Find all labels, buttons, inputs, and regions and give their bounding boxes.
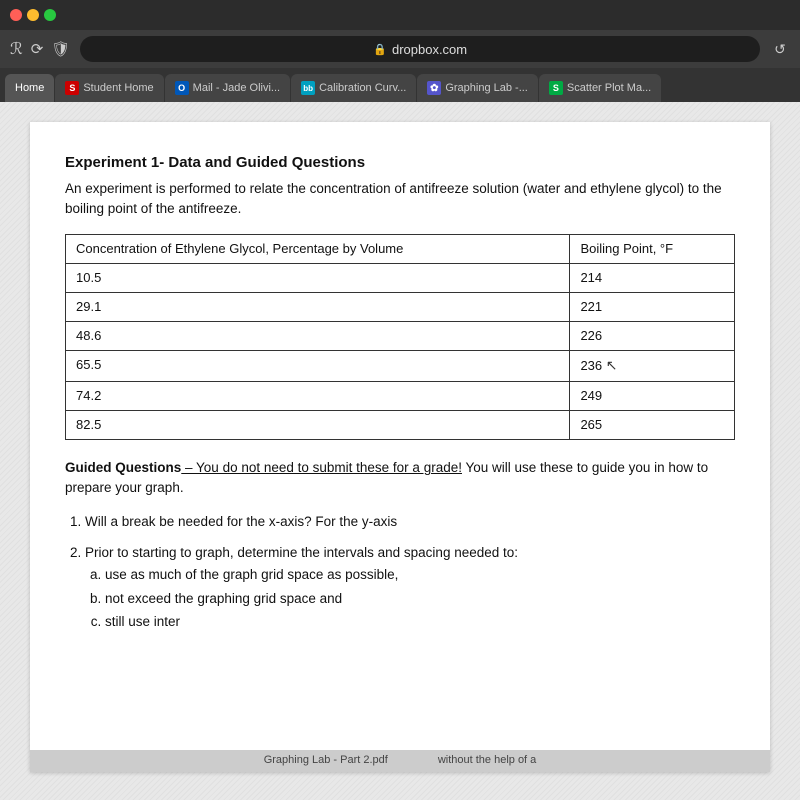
table-cell-concentration-5: 74.2: [66, 381, 570, 410]
sub-item-c: still use inter: [105, 611, 735, 633]
shield-icon: 🛡: [51, 40, 70, 58]
bottom-bar-filename: Graphing Lab - Part 2.pdf: [264, 753, 388, 768]
toolbar-icons: ℛ ⟳ 🛡: [10, 39, 70, 59]
traffic-lights: [10, 9, 56, 21]
tab-mail[interactable]: O Mail - Jade Olivi...: [165, 74, 290, 102]
question-2-subitems: use as much of the graph grid space as p…: [85, 564, 735, 633]
questions-list: Will a break be needed for the x-axis? F…: [65, 511, 735, 633]
question-1-text: Will a break be needed for the x-axis? F…: [85, 514, 397, 529]
table-cell-boiling-3: 226: [570, 322, 735, 351]
table-cell-boiling-2: 221: [570, 292, 735, 321]
table-header-boiling: Boiling Point, °F: [570, 234, 735, 263]
page-title: Experiment 1- Data and Guided Questions: [65, 152, 735, 173]
table-row: 74.2 249: [66, 381, 735, 410]
tab-scatter-label: Scatter Plot Ma...: [567, 82, 651, 94]
question-2-text: Prior to starting to graph, determine th…: [85, 545, 518, 560]
tab-favicon-mail: O: [175, 81, 189, 95]
tab-calibration-label: Calibration Curv...: [319, 82, 406, 94]
tab-favicon-graphing: ✿: [427, 81, 441, 95]
table-header-concentration: Concentration of Ethylene Glycol, Percen…: [66, 234, 570, 263]
table-row: 82.5 265: [66, 411, 735, 440]
guided-questions-label: Guided Questions: [65, 460, 181, 475]
table-row: 29.1 221: [66, 292, 735, 321]
tab-calibration[interactable]: bb Calibration Curv...: [291, 74, 416, 102]
table-cell-boiling-4: 236 ↖: [570, 351, 735, 382]
tab-favicon-calibration: bb: [301, 81, 315, 95]
lock-icon: 🔒: [373, 43, 387, 56]
tab-scatter[interactable]: S Scatter Plot Ma...: [539, 74, 661, 102]
tab-favicon-student: S: [65, 81, 79, 95]
table-cell-boiling-1: 214: [570, 263, 735, 292]
table-cell-boiling-5: 249: [570, 381, 735, 410]
table-row: 10.5 214: [66, 263, 735, 292]
table-row: 65.5 236 ↖: [66, 351, 735, 382]
intro-text: An experiment is performed to relate the…: [65, 179, 735, 220]
table-cell-concentration-6: 82.5: [66, 411, 570, 440]
tab-home[interactable]: Home: [5, 74, 54, 102]
close-button[interactable]: [10, 9, 22, 21]
sub-item-b: not exceed the graphing grid space and: [105, 588, 735, 610]
tab-student-home-label: Student Home: [83, 82, 153, 94]
bottom-bar-right-text: without the help of a: [438, 753, 536, 768]
tabs-bar: Home S Student Home O Mail - Jade Olivi.…: [0, 68, 800, 102]
sub-item-a: use as much of the graph grid space as p…: [105, 564, 735, 586]
url-text: dropbox.com: [392, 42, 467, 57]
maximize-button[interactable]: [44, 9, 56, 21]
table-cell-concentration-3: 48.6: [66, 322, 570, 351]
extensions-icon: ℛ: [10, 39, 23, 59]
toolbar: ℛ ⟳ 🛡 🔒 dropbox.com ↺: [0, 30, 800, 68]
document-area: Experiment 1- Data and Guided Questions …: [30, 122, 770, 772]
question-1: Will a break be needed for the x-axis? F…: [85, 511, 735, 533]
data-table: Concentration of Ethylene Glycol, Percen…: [65, 234, 735, 441]
table-cell-concentration-4: 65.5: [66, 351, 570, 382]
tab-home-label: Home: [15, 82, 44, 94]
address-bar[interactable]: 🔒 dropbox.com: [80, 36, 760, 62]
tab-graphing[interactable]: ✿ Graphing Lab -...: [417, 74, 538, 102]
table-cell-boiling-6: 265: [570, 411, 735, 440]
guided-questions-note: – You do not need to submit these for a …: [181, 460, 462, 475]
tab-graphing-label: Graphing Lab -...: [445, 82, 528, 94]
table-cell-concentration-1: 10.5: [66, 263, 570, 292]
guided-questions-intro: Guided Questions – You do not need to su…: [65, 458, 735, 499]
refresh-icon[interactable]: ⟳: [31, 40, 44, 58]
title-bar: [0, 0, 800, 30]
table-row: 48.6 226: [66, 322, 735, 351]
tab-student-home[interactable]: S Student Home: [55, 74, 163, 102]
cursor-indicator: ↖: [606, 356, 618, 376]
bottom-bar: Graphing Lab - Part 2.pdf without the he…: [30, 750, 770, 772]
browser-chrome: ℛ ⟳ 🛡 🔒 dropbox.com ↺ Home S Student Hom…: [0, 0, 800, 102]
tab-mail-label: Mail - Jade Olivi...: [193, 82, 280, 94]
tab-favicon-scatter: S: [549, 81, 563, 95]
question-2: Prior to starting to graph, determine th…: [85, 542, 735, 632]
minimize-button[interactable]: [27, 9, 39, 21]
reload-icon[interactable]: ↺: [770, 41, 790, 58]
table-cell-concentration-2: 29.1: [66, 292, 570, 321]
page-content: Experiment 1- Data and Guided Questions …: [0, 102, 800, 800]
